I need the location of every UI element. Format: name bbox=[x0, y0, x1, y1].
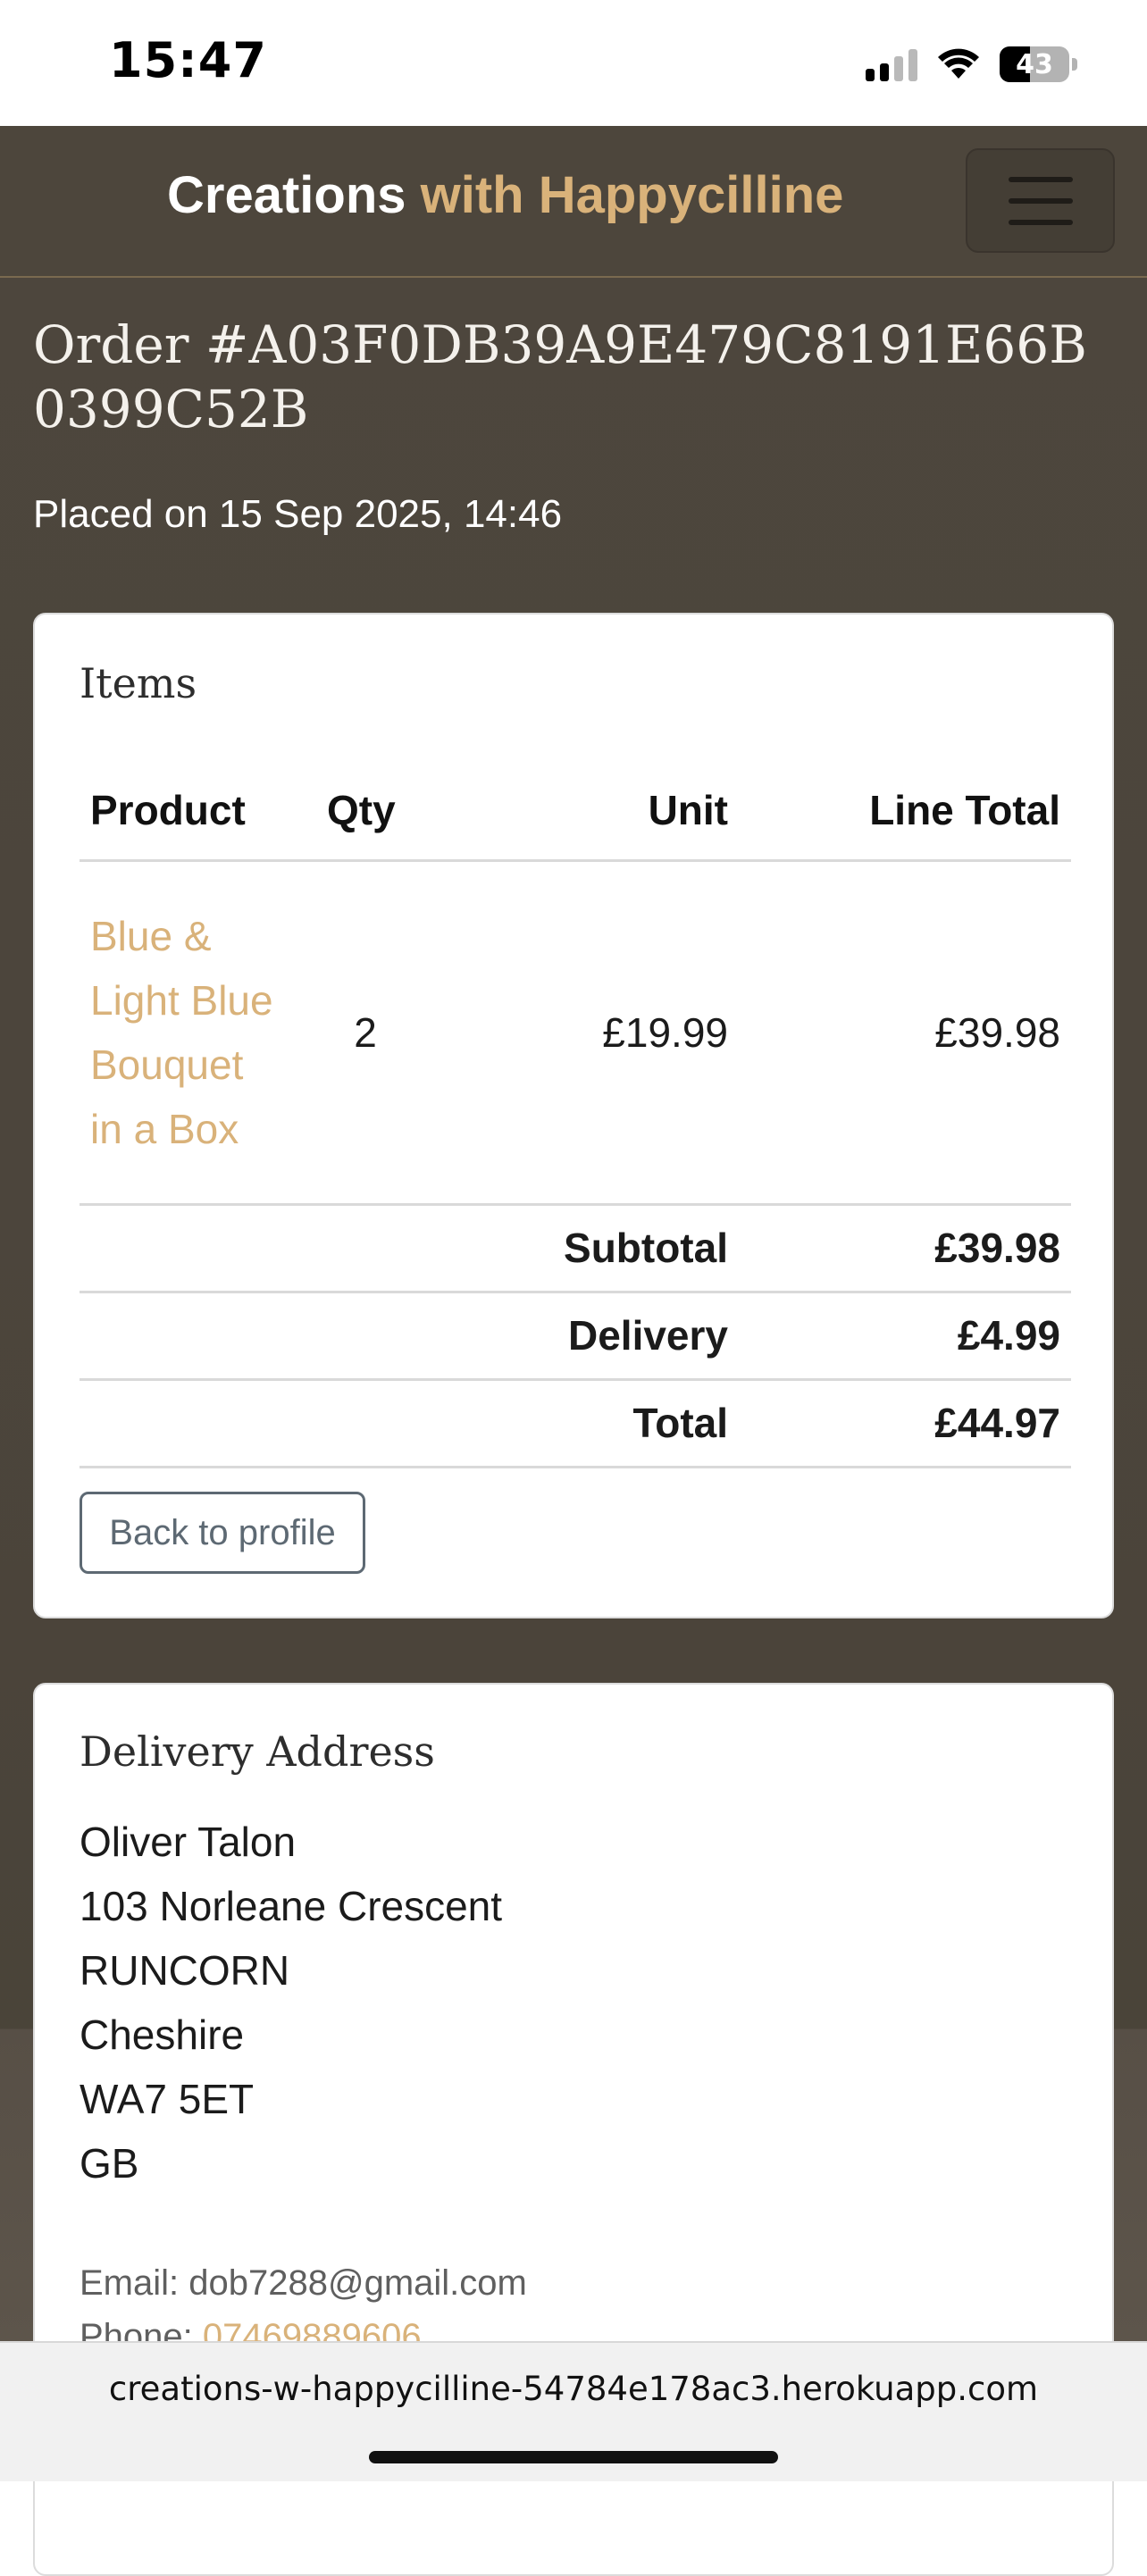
hamburger-menu-icon bbox=[1008, 176, 1073, 182]
column-header-line-total: Line Total bbox=[739, 762, 1071, 862]
navbar: Creations with Happycilline bbox=[0, 126, 1147, 278]
brand-accent-text: with Happycilline bbox=[420, 166, 844, 224]
total-row: Total £44.97 bbox=[80, 1379, 1071, 1468]
total-value: £44.97 bbox=[739, 1379, 1071, 1468]
cellular-signal-icon bbox=[866, 47, 917, 81]
wifi-icon bbox=[938, 48, 979, 79]
column-header-qty: Qty bbox=[316, 762, 414, 862]
menu-toggle-button[interactable] bbox=[966, 148, 1115, 253]
subtotal-row: Subtotal £39.98 bbox=[80, 1204, 1071, 1293]
address-postcode: WA7 5ET bbox=[80, 2076, 255, 2122]
browser-address-bar[interactable]: creations-w-happycilline-54784e178ac3.he… bbox=[0, 2341, 1147, 2481]
status-bar: 15:47 43 bbox=[0, 0, 1147, 126]
home-indicator[interactable] bbox=[369, 2451, 778, 2463]
battery-cap bbox=[1072, 58, 1077, 71]
delivery-row: Delivery £4.99 bbox=[80, 1292, 1071, 1381]
delivery-value: £4.99 bbox=[739, 1292, 1071, 1381]
email-line: Email: dob7288@gmail.com bbox=[80, 2256, 527, 2310]
address-town: RUNCORN bbox=[80, 1947, 290, 1994]
delivery-label: Delivery bbox=[80, 1292, 739, 1381]
battery-icon: 43 bbox=[1000, 46, 1069, 82]
qty-cell: 2 bbox=[316, 860, 414, 1206]
address-country: GB bbox=[80, 2140, 139, 2187]
page-title: Order #A03F0DB39A9E479C8191E66B0399C52B bbox=[33, 314, 1087, 439]
brand-main-text: Creations bbox=[167, 166, 406, 224]
email-label: Email: bbox=[80, 2263, 180, 2303]
address-street: 103 Norleane Crescent bbox=[80, 1883, 503, 1929]
battery-percentage: 43 bbox=[1016, 48, 1053, 80]
product-cell: Blue & Light Blue Bouquet in a Box bbox=[80, 860, 316, 1206]
table-row: Blue & Light Blue Bouquet in a Box 2 £19… bbox=[80, 860, 1071, 1206]
line-total-cell: £39.98 bbox=[739, 860, 1071, 1206]
hamburger-line bbox=[1008, 219, 1073, 225]
brand-logo-link[interactable]: Creations with Happycilline bbox=[167, 165, 843, 225]
address-county: Cheshire bbox=[80, 2011, 245, 2058]
order-date: Placed on 15 Sep 2025, 14:46 bbox=[33, 492, 563, 536]
email-value: dob7288@gmail.com bbox=[188, 2263, 527, 2303]
address-name: Oliver Talon bbox=[80, 1819, 297, 1865]
subtotal-value: £39.98 bbox=[739, 1204, 1071, 1293]
column-header-unit: Unit bbox=[414, 762, 739, 862]
delivery-address-heading: Delivery Address bbox=[80, 1727, 435, 1776]
total-label: Total bbox=[80, 1379, 739, 1468]
items-table: Product Qty Unit Line Total Blue & Light… bbox=[80, 762, 1071, 1468]
url-text[interactable]: creations-w-happycilline-54784e178ac3.he… bbox=[0, 2370, 1147, 2408]
items-card: Items Product Qty Unit Line Total Blue &… bbox=[33, 613, 1114, 1618]
hamburger-line bbox=[1008, 197, 1073, 204]
subtotal-label: Subtotal bbox=[80, 1204, 739, 1293]
unit-price-cell: £19.99 bbox=[414, 860, 739, 1206]
status-time: 15:47 bbox=[109, 32, 267, 88]
column-header-product: Product bbox=[80, 762, 316, 862]
items-heading: Items bbox=[80, 659, 197, 707]
status-icons: 43 bbox=[866, 45, 1077, 84]
table-header-row: Product Qty Unit Line Total bbox=[80, 762, 1071, 862]
product-link[interactable]: Blue & Light Blue Bouquet in a Box bbox=[90, 904, 278, 1161]
back-to-profile-button[interactable]: Back to profile bbox=[80, 1492, 365, 1574]
address-block: Oliver Talon 103 Norleane Crescent RUNCO… bbox=[80, 1810, 502, 2195]
